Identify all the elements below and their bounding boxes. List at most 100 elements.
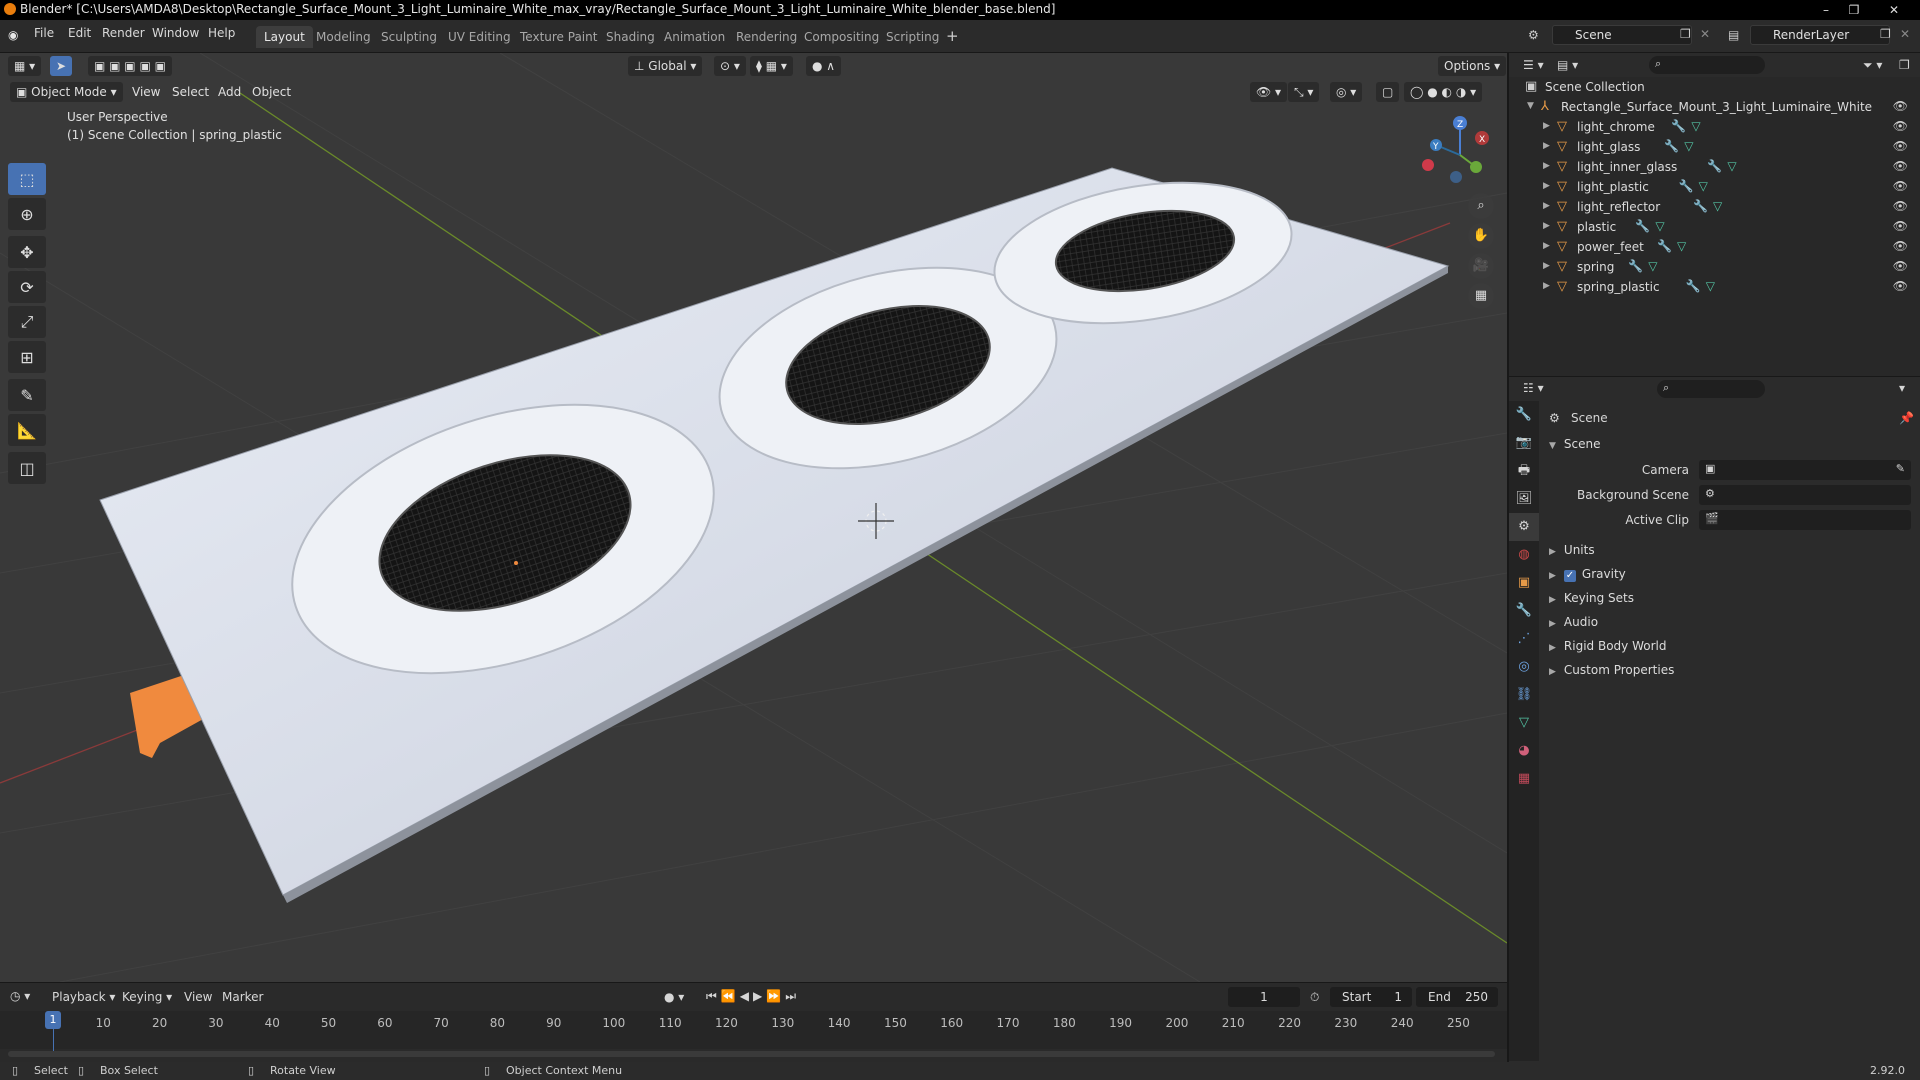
active-clip-field[interactable]: 🎬	[1699, 510, 1911, 530]
outliner-row-object[interactable]: ▶ ▽ light_plastic 🔧 ▽ 👁	[1509, 177, 1920, 197]
audio-panel-header[interactable]: ▶ Audio	[1549, 615, 1598, 629]
rigid-body-panel-header[interactable]: ▶ Rigid Body World	[1549, 639, 1666, 653]
material-tab-icon[interactable]: ◕	[1509, 737, 1539, 765]
viewport-menu-select[interactable]: Select	[172, 85, 209, 99]
modifier-icon[interactable]: 🔧	[1707, 159, 1722, 173]
expand-arrow-icon[interactable]: ▼	[1527, 101, 1534, 111]
modifier-icon[interactable]: 🔧	[1664, 139, 1679, 153]
scene-panel-header[interactable]: ▼ Scene	[1549, 437, 1601, 451]
add-workspace-icon[interactable]: +	[946, 27, 959, 45]
viewport-menu-add[interactable]: Add	[218, 85, 241, 99]
visibility-eye-icon[interactable]: 👁	[1893, 139, 1908, 153]
select-mode-icon[interactable]: ➤	[50, 56, 73, 76]
properties-search-input[interactable]: ⌕	[1657, 380, 1765, 398]
selection-modes-icon[interactable]: ▣ ▣ ▣ ▣ ▣	[88, 56, 172, 76]
timeline-editor-icon[interactable]: ◷ ▾	[10, 989, 30, 1003]
mesh-data-icon[interactable]: ▽	[1713, 199, 1722, 213]
annotate-tool-icon[interactable]: ✎	[8, 379, 46, 411]
modifier-icon[interactable]: 🔧	[1686, 279, 1701, 293]
tab-compositing[interactable]: Compositing	[796, 26, 887, 48]
zoom-icon[interactable]: ⌕	[1468, 193, 1494, 219]
play-icon[interactable]: ▶	[753, 989, 766, 1003]
outliner-row-object[interactable]: ▶ ▽ spring 🔧 ▽ 👁	[1509, 257, 1920, 277]
eyedropper-icon[interactable]: ✎	[1896, 462, 1905, 475]
navigation-gizmo[interactable]: Z X Y	[1420, 115, 1500, 195]
world-tab-icon[interactable]: ◍	[1509, 541, 1539, 569]
timeline-menu-keying[interactable]: Keying ▾	[122, 990, 172, 1004]
filter-icon[interactable]: ⏷ ▾	[1863, 58, 1882, 73]
cursor-tool-icon[interactable]: ⊕	[8, 198, 46, 230]
background-scene-field[interactable]: ⚙	[1699, 485, 1911, 505]
gizmo-icon[interactable]: ⤡ ▾	[1288, 82, 1320, 102]
modifier-icon[interactable]: 🔧	[1679, 179, 1694, 193]
gravity-checkbox[interactable]: ✓	[1563, 570, 1576, 582]
visibility-eye-icon[interactable]: 👁	[1893, 239, 1908, 253]
expand-arrow-icon[interactable]: ▶	[1543, 201, 1550, 211]
properties-options-icon[interactable]: ▾	[1899, 381, 1905, 395]
new-scene-icon[interactable]: ❐	[1680, 27, 1691, 41]
end-frame-field[interactable]: End 250	[1416, 987, 1498, 1007]
visibility-eye-icon[interactable]: 👁	[1893, 219, 1908, 233]
expand-arrow-icon[interactable]: ▶	[1543, 221, 1550, 231]
rotate-tool-icon[interactable]: ⟳	[8, 271, 46, 303]
menu-render[interactable]: Render	[102, 26, 145, 40]
units-panel-header[interactable]: ▶ Units	[1549, 543, 1595, 557]
tool-tab-icon[interactable]: 🔧	[1509, 401, 1539, 429]
outliner-row-collection[interactable]: ▼ ⅄ Rectangle_Surface_Mount_3_Light_Lumi…	[1509, 97, 1920, 117]
outliner-editor-icon[interactable]: ☰ ▾	[1523, 58, 1544, 72]
display-mode-icon[interactable]: ▤ ▾	[1557, 58, 1578, 72]
delete-scene-icon[interactable]: ✕	[1700, 27, 1710, 41]
mesh-data-icon[interactable]: ▽	[1648, 259, 1657, 273]
ortho-grid-icon[interactable]: ▦	[1468, 283, 1494, 309]
3d-viewport[interactable]: ▦ ▾ ➤ ▣ ▣ ▣ ▣ ▣ ⊥ Global ▾ ⊙ ▾ ⧫ ▦ ▾ ● ∧…	[0, 53, 1507, 982]
mesh-data-icon[interactable]: ▽	[1706, 279, 1715, 293]
scale-tool-icon[interactable]: ⤢	[8, 306, 46, 338]
modifier-icon[interactable]: 🔧	[1657, 239, 1672, 253]
timeline-menu-view[interactable]: View	[184, 990, 212, 1004]
tab-layout[interactable]: Layout	[256, 26, 313, 48]
transform-tool-icon[interactable]: ⊞	[8, 341, 46, 373]
viewport-scene[interactable]	[0, 53, 1507, 982]
playback-controls[interactable]: ⏮⏪◀▶⏩⏭	[706, 989, 800, 1004]
modifier-icon[interactable]: 🔧	[1628, 259, 1643, 273]
outliner-row-object[interactable]: ▶ ▽ spring_plastic 🔧 ▽ 👁	[1509, 277, 1920, 297]
menu-edit[interactable]: Edit	[68, 26, 91, 40]
tab-rendering[interactable]: Rendering	[728, 26, 805, 48]
outliner-row-scene-collection[interactable]: ▣ Scene Collection	[1509, 77, 1920, 97]
play-reverse-icon[interactable]: ◀	[740, 989, 753, 1003]
pan-hand-icon[interactable]: ✋	[1468, 223, 1494, 249]
texture-tab-icon[interactable]: ▦	[1509, 765, 1539, 793]
expand-arrow-icon[interactable]: ▶	[1543, 241, 1550, 251]
maximize-button[interactable]: ❐	[1840, 0, 1868, 20]
properties-editor-icon[interactable]: ☷ ▾	[1523, 381, 1544, 395]
current-frame-field[interactable]: 1	[1228, 987, 1300, 1007]
shading-modes-icon[interactable]: ◯ ● ◐ ◑ ▾	[1404, 82, 1483, 102]
jump-start-icon[interactable]: ⏮	[706, 989, 721, 1003]
tab-scripting[interactable]: Scripting	[878, 26, 947, 48]
tab-sculpting[interactable]: Sculpting	[373, 26, 445, 48]
outliner-row-object[interactable]: ▶ ▽ light_reflector 🔧 ▽ 👁	[1509, 197, 1920, 217]
outliner-row-object[interactable]: ▶ ▽ light_glass 🔧 ▽ 👁	[1509, 137, 1920, 157]
mesh-data-icon[interactable]: ▽	[1684, 139, 1693, 153]
menu-window[interactable]: Window	[152, 26, 199, 40]
tab-texture-paint[interactable]: Texture Paint	[512, 26, 605, 48]
modifier-icon[interactable]: 🔧	[1693, 199, 1708, 213]
expand-arrow-icon[interactable]: ▶	[1543, 141, 1550, 151]
add-cube-tool-icon[interactable]: ◫	[8, 452, 46, 484]
outliner-row-object[interactable]: ▶ ▽ light_inner_glass 🔧 ▽ 👁	[1509, 157, 1920, 177]
pin-icon[interactable]: 📌	[1899, 411, 1914, 425]
viewport-menu-object[interactable]: Object	[252, 85, 291, 99]
constraints-tab-icon[interactable]: ⛓	[1509, 681, 1539, 709]
expand-arrow-icon[interactable]: ▶	[1543, 121, 1550, 131]
visibility-eye-icon[interactable]: 👁	[1893, 259, 1908, 273]
tab-animation[interactable]: Animation	[656, 26, 733, 48]
camera-view-icon[interactable]: 🎥	[1468, 253, 1494, 279]
options-dropdown[interactable]: Options ▾	[1438, 56, 1507, 76]
mesh-data-icon[interactable]: ▽	[1691, 119, 1700, 133]
pivot-icon[interactable]: ⊙ ▾	[714, 56, 746, 76]
timeline-menu-marker[interactable]: Marker	[222, 990, 263, 1004]
keying-sets-panel-header[interactable]: ▶ Keying Sets	[1549, 591, 1634, 605]
record-icon[interactable]: ● ▾	[664, 990, 684, 1004]
render-tab-icon[interactable]: 📷	[1509, 429, 1539, 457]
outliner-row-object[interactable]: ▶ ▽ power_feet 🔧 ▽ 👁	[1509, 237, 1920, 257]
